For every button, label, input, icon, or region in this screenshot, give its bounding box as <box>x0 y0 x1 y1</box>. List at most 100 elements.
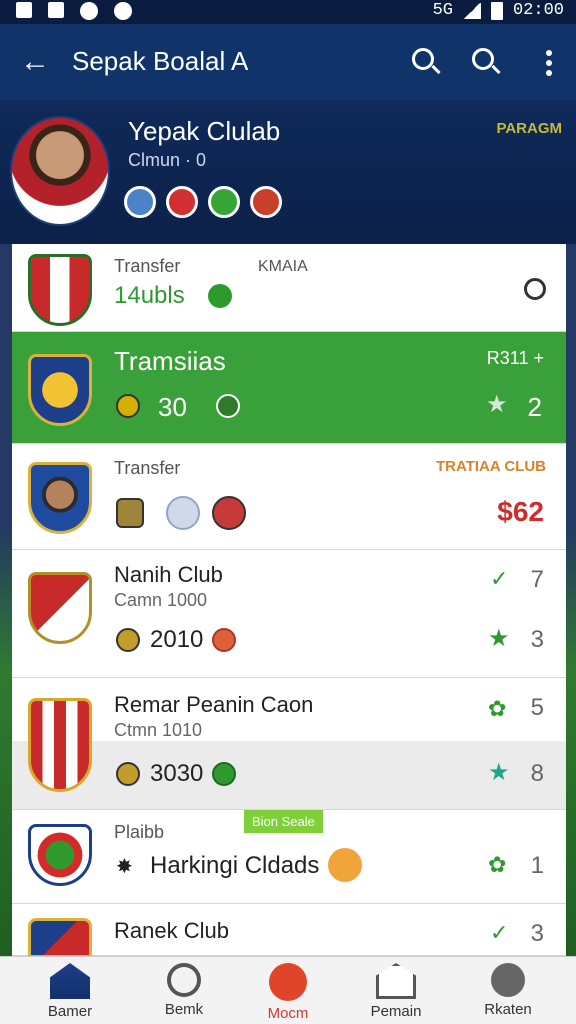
status-icons-left <box>16 2 132 20</box>
club-badge-icon[interactable] <box>124 186 156 218</box>
nav-item-match[interactable]: Mocm <box>238 963 338 1022</box>
club-chip-icon <box>166 496 200 530</box>
club-crest-icon <box>28 462 92 534</box>
trend-up-icon: ✓ <box>490 566 509 591</box>
card-value: 30 <box>158 392 187 422</box>
nav-label: Rkaten <box>484 1001 532 1018</box>
nav-label: Pemain <box>370 1003 422 1020</box>
card-subtitle: Camn 1000 <box>114 590 208 610</box>
nav-label: Bamer <box>47 1003 93 1020</box>
club-crest-icon <box>28 698 92 792</box>
search-button[interactable] <box>408 44 444 80</box>
card-right-label: TRATIAA CLUB <box>436 458 546 475</box>
list-item[interactable]: Ranek Club ✓ 3 <box>12 904 566 958</box>
network-label: 5G <box>432 1 453 20</box>
list-item[interactable]: Transfer TRATIAA CLUB $62 <box>12 444 566 550</box>
card-rank: 1 <box>530 852 544 879</box>
star-icon[interactable]: ★ <box>488 758 510 787</box>
back-arrow-icon[interactable]: ← <box>20 44 50 80</box>
check-icon <box>208 284 232 308</box>
nav-label: Mocm <box>267 1005 309 1022</box>
page-title: Sepak Boalal A <box>72 46 249 76</box>
search-icon[interactable] <box>524 278 546 300</box>
club-chip-icon <box>212 496 246 530</box>
club-chip-icon <box>212 762 236 786</box>
card-title: Transfer <box>114 256 181 276</box>
card-title: Plaibb <box>114 822 165 842</box>
list-item[interactable]: Remar Peanin Caon Ctmn 1010 3030 ✿ 5 ★ 8 <box>12 678 566 810</box>
emblem-icon: ✸ <box>116 856 133 878</box>
list-item[interactable]: Transfer KMAIA 14ubls <box>12 244 566 332</box>
list-item[interactable]: Tramsiias 30 R311 + ★ 2 <box>12 332 566 444</box>
star-icon[interactable]: ★ <box>486 390 508 419</box>
card-title: Transfer <box>114 458 181 478</box>
download-icon <box>48 2 64 18</box>
bottom-navigation: Bamer Bemk Mocm Pemain Rkaten <box>0 956 576 1024</box>
search-icon <box>472 48 494 70</box>
club-chip-icon <box>116 762 140 786</box>
club-profile-header: Yepak Clulab Clmun · 0 PARAGM <box>0 100 576 244</box>
card-right-value: 2 <box>527 392 542 422</box>
signal-icon <box>462 2 481 19</box>
rankings-icon <box>491 963 525 997</box>
club-badge-icon[interactable] <box>250 186 282 218</box>
notification-icon <box>16 2 32 18</box>
club-chip-icon <box>116 394 140 418</box>
club-badge-icon[interactable] <box>166 186 198 218</box>
status-badge: Bion Seale <box>244 810 323 833</box>
club-crest-icon <box>28 254 92 326</box>
players-icon <box>376 963 416 999</box>
nav-item-players[interactable]: Pemain <box>346 963 446 1020</box>
club-crest-icon <box>28 918 92 958</box>
home-icon <box>50 963 90 999</box>
club-crest-icon <box>28 354 92 426</box>
club-chip-icon <box>116 628 140 652</box>
nav-item-search[interactable]: Bemk <box>134 963 234 1018</box>
card-rank: 7 <box>530 566 544 593</box>
club-crest-icon <box>28 824 92 886</box>
card-right-label: R311 + <box>486 348 544 368</box>
card-title: Nanih Club <box>114 562 223 587</box>
club-name: Yepak Clulab <box>128 116 281 146</box>
top-app-bar: ← Sepak Boalal A <box>0 24 576 100</box>
club-subtitle: Clmun · 0 <box>128 150 207 170</box>
card-rank: 5 <box>530 694 544 721</box>
card-subtitle: Harkingi Cldads <box>150 852 320 879</box>
status-bar: 5G 02:00 <box>0 0 576 24</box>
star-icon[interactable]: ★ <box>488 624 510 653</box>
search-icon <box>167 963 201 997</box>
search-icon <box>412 48 434 70</box>
avatar <box>10 116 110 226</box>
club-crest-icon <box>28 572 92 644</box>
status-time: 02:00 <box>512 1 564 20</box>
card-right-value: $62 <box>497 496 544 527</box>
card-label: KMAIA <box>258 258 308 275</box>
filter-search-button[interactable] <box>468 44 504 80</box>
stadium-background <box>0 244 12 956</box>
status-icons-right: 5G 02:00 <box>433 1 564 20</box>
profile-tag[interactable]: PARAGM <box>496 120 562 137</box>
mascot-icon <box>328 848 362 882</box>
club-badge-icon[interactable] <box>208 186 240 218</box>
card-rank: 3 <box>530 920 544 947</box>
badge-icon: ✿ <box>488 696 507 721</box>
match-icon <box>269 963 307 1001</box>
card-subtitle: Ctmn 1010 <box>114 720 203 740</box>
club-badges <box>124 186 282 218</box>
record-icon <box>80 2 98 20</box>
list-item[interactable]: Plaibb Bion Seale ✸ Harkingi Cldads ✿ 1 <box>12 810 566 904</box>
club-chip-icon <box>116 498 144 528</box>
more-options-icon[interactable] <box>546 50 552 80</box>
card-value: 3030 <box>150 760 204 787</box>
nav-item-rankings[interactable]: Rkaten <box>458 963 558 1018</box>
card-value: 2010 <box>150 626 204 653</box>
card-rating: 8 <box>530 760 544 787</box>
stadium-background <box>566 244 576 956</box>
club-chip-icon <box>216 394 240 418</box>
sports-icon <box>114 2 132 20</box>
nav-item-home[interactable]: Bamer <box>20 963 120 1020</box>
card-title: Remar Peanin Caon <box>114 692 314 717</box>
trend-up-icon: ✓ <box>490 920 509 945</box>
card-title: Ranek Club <box>114 918 229 943</box>
list-item[interactable]: Nanih Club Camn 1000 2010 ✓ 7 ★ 3 <box>12 550 566 678</box>
